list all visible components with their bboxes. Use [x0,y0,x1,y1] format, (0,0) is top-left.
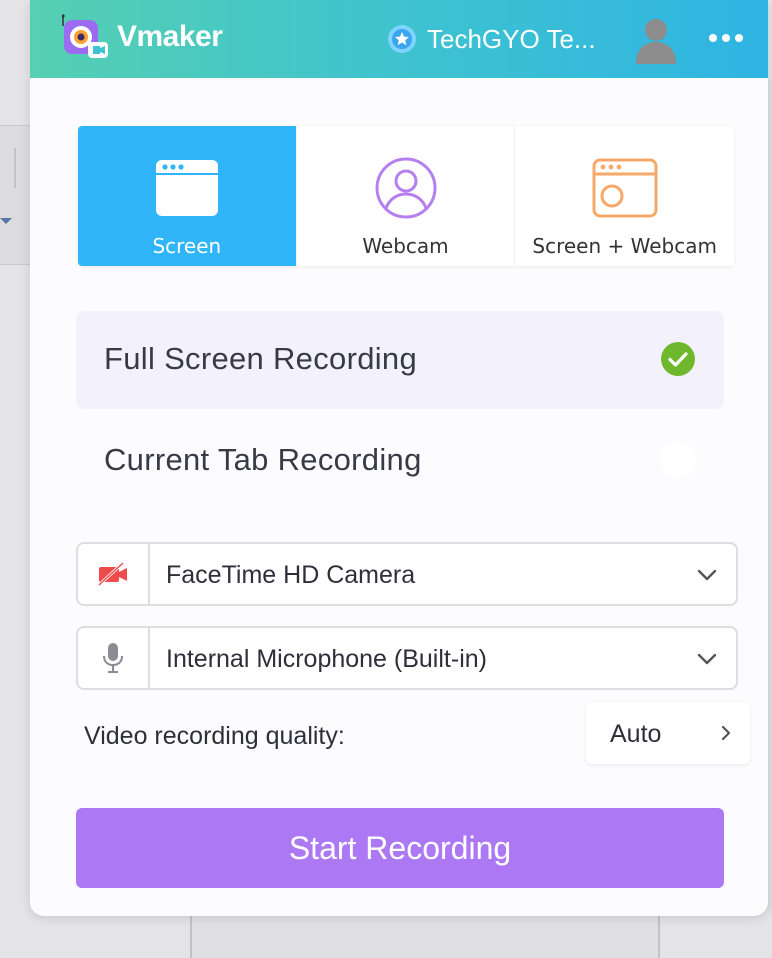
microphone-icon-cell[interactable] [78,628,150,688]
quality-select[interactable]: Auto [586,702,750,764]
option-full-screen[interactable]: Full Screen Recording [76,311,724,409]
tab-screen-webcam-label: Screen + Webcam [532,234,717,258]
vmaker-popup: Vmaker TechGYO Te... Screen Webcam Scree… [30,0,768,916]
tab-screen-label: Screen [152,234,222,258]
camera-select-value: FaceTime HD Camera [166,561,416,589]
more-options-icon[interactable] [706,26,746,50]
vmaker-logo-icon [62,14,108,58]
background-marker [0,218,12,224]
camera-icon-cell[interactable] [78,544,150,604]
webcam-user-icon [375,157,436,219]
chevron-right-icon[interactable] [718,724,734,742]
option-full-screen-label: Full Screen Recording [104,341,417,376]
microphone-icon[interactable] [100,641,126,675]
screen-window-icon [155,160,218,216]
background-bottom-panel [190,915,660,958]
brand-name: Vmaker [117,20,223,53]
camera-off-icon[interactable] [96,561,130,587]
screen-webcam-icon [592,158,658,218]
option-current-tab-label: Current Tab Recording [104,442,422,477]
check-icon [661,342,695,376]
option-current-tab[interactable]: Current Tab Recording [76,412,724,510]
popup-header: Vmaker TechGYO Te... [30,0,768,78]
camera-select[interactable]: FaceTime HD Camera [76,542,738,606]
quality-label: Video recording quality: [84,722,345,750]
background-divider [14,148,16,188]
microphone-select-value: Internal Microphone (Built-in) [166,645,487,673]
background-panel [0,125,30,265]
tab-webcam[interactable]: Webcam [296,126,516,266]
chevron-down-icon[interactable] [696,564,718,586]
chevron-down-icon[interactable] [696,648,718,670]
avatar-icon[interactable] [632,14,680,64]
radio-unselected-icon[interactable] [660,442,696,478]
team-name[interactable]: TechGYO Te... [427,24,596,55]
tab-screen-webcam[interactable]: Screen + Webcam [515,126,735,266]
microphone-select[interactable]: Internal Microphone (Built-in) [76,626,738,690]
tab-webcam-label: Webcam [362,234,449,258]
team-star-icon [388,25,416,53]
quality-value: Auto [610,720,662,748]
tab-screen[interactable]: Screen [78,126,297,266]
recording-mode-tabs: Screen Webcam Screen + Webcam [78,126,735,266]
start-recording-button[interactable]: Start Recording [76,808,724,888]
